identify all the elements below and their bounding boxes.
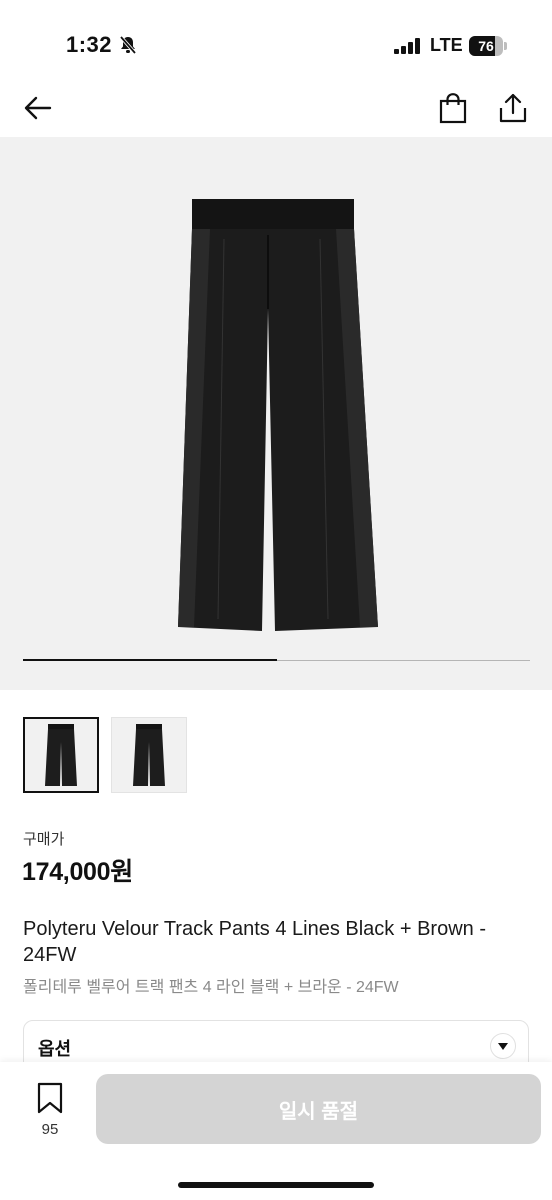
product-image-carousel[interactable] [0,137,552,690]
bell-slash-icon [118,35,138,55]
thumbnail-image [133,724,165,786]
thumbnail-strip [23,717,187,793]
thumbnail-1[interactable] [23,717,99,793]
bookmark-icon [37,1082,63,1114]
status-bar: 1:32 LTE 76 [0,0,552,90]
bookmark-count: 95 [41,1121,59,1138]
thumbnail-image [45,724,77,786]
signal-bars-icon [394,38,422,54]
back-button[interactable] [18,88,58,128]
bottom-action-bar: 95 일시 품절 [0,1062,552,1200]
battery-percent: 76 [478,38,494,54]
product-name: Polyteru Velour Track Pants 4 Lines Blac… [23,918,486,966]
product-name-korean: 폴리테루 벨루어 트랙 팬츠 4 라인 블랙 + 브라운 - 24FW [23,979,399,996]
price-label: 구매가 [23,831,65,848]
top-nav [0,88,552,136]
status-time: 1:32 [66,32,113,57]
network-label: LTE [430,35,463,55]
thumbnail-2[interactable] [111,717,187,793]
sold-out-button[interactable]: 일시 품절 [96,1074,541,1144]
arrow-left-icon [24,96,52,120]
shopping-bag-button[interactable] [433,88,473,128]
option-label: 옵션 [38,1039,72,1059]
share-button[interactable] [493,88,533,128]
bookmark-button[interactable]: 95 [30,1082,70,1138]
shopping-bag-icon [439,93,467,124]
share-icon [499,93,527,123]
chevron-down-icon [490,1033,516,1059]
product-image [178,199,378,631]
carousel-progress-track [23,659,530,661]
battery-icon: 76 [469,36,507,56]
price-value: 174,000원 [22,858,133,886]
carousel-progress-bar [23,659,277,661]
home-indicator [178,1182,374,1188]
